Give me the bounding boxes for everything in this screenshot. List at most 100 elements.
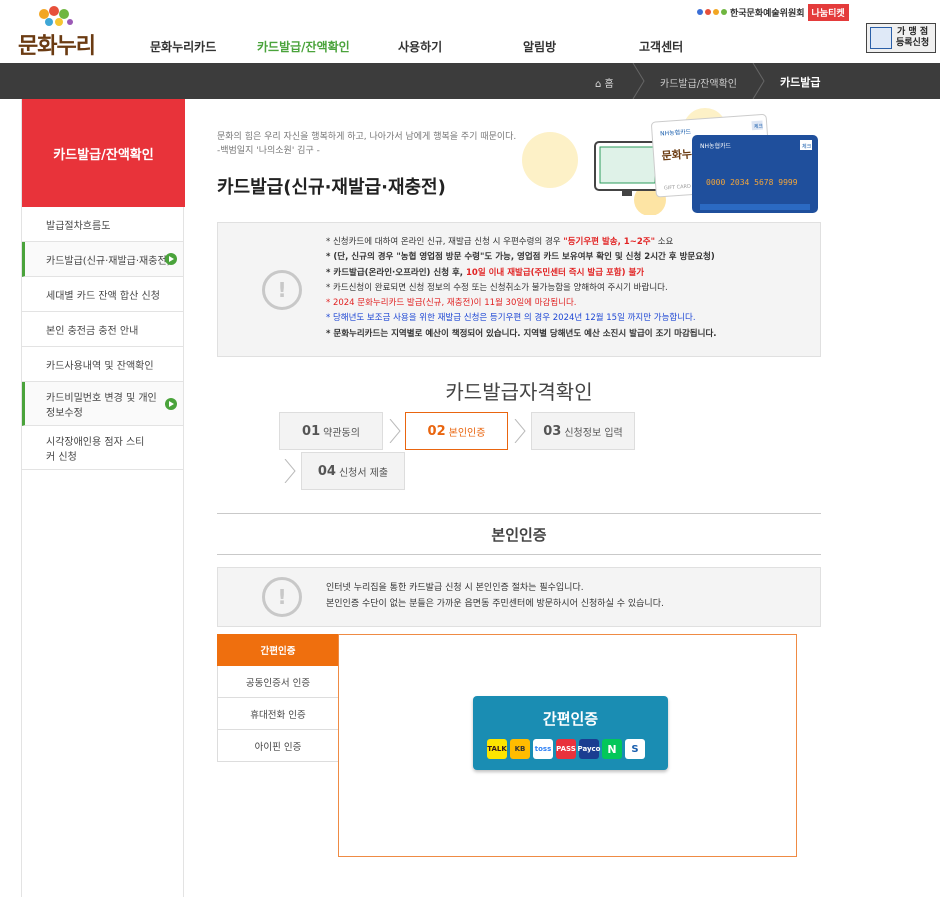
- breadcrumb-level1[interactable]: 카드발급/잔액확인: [660, 75, 737, 90]
- notice-item: * 당해년도 보조금 사용을 위한 재발급 신청은 등기우편 의 경우 2024…: [326, 313, 696, 324]
- divider: [217, 513, 821, 514]
- sidebar-item-self-charge[interactable]: 본인 충전금 충전 안내: [22, 312, 183, 347]
- breadcrumb-home[interactable]: ⌂ 홈: [595, 75, 614, 90]
- sidebar-item-label: 본인 충전금 충전 안내: [46, 325, 139, 337]
- sidebar-item-usage-history[interactable]: 카드사용내역 및 잔액확인: [22, 347, 183, 382]
- step-01-terms: 01 약관동의: [279, 412, 383, 450]
- tab-simple-auth[interactable]: 간편인증: [217, 634, 339, 666]
- step-label: 신청정보 입력: [564, 427, 623, 439]
- step-02-identity: 02 본인인증: [405, 412, 508, 450]
- alert-icon: !: [262, 270, 302, 310]
- auth-info-line1: 인터넷 누리집을 통한 카드발급 신청 시 본인인증 절차는 필수입니다.: [326, 583, 584, 593]
- arts-council-logo-icon: [697, 9, 727, 15]
- sidebar-title-text: 카드발급/잔액확인: [53, 147, 154, 163]
- top-header: 문화누리 문화누리카드 카드발급/잔액확인 사용하기 알림방 고객센터 한국문화…: [0, 0, 940, 63]
- sidebar-item-label: 시각장애인용 점자 스티커 신청: [46, 436, 145, 463]
- payco-icon: Payco: [578, 739, 601, 759]
- auth-method-tabs: 간편인증 공동인증서 인증 휴대전화 인증 아이핀 인증: [217, 634, 339, 762]
- sidebar-menu: 발급절차흐름도 카드발급(신규·재발급·재충전) 세대별 카드 잔액 합산 신청…: [22, 207, 183, 470]
- nav-card-issue[interactable]: 카드발급/잔액확인: [257, 38, 350, 55]
- step-num: 03: [543, 423, 562, 439]
- store-register-button[interactable]: 가 맹 점 등록신청: [866, 23, 936, 53]
- tab-phone-auth[interactable]: 휴대전화 인증: [217, 698, 339, 730]
- nav-notice-room[interactable]: 알림방: [523, 38, 556, 55]
- alert-icon: !: [262, 577, 302, 617]
- sidebar-item-password-change[interactable]: 카드비밀번호 변경 및 개인 정보수정: [22, 382, 183, 426]
- toss-icon: toss: [533, 739, 553, 759]
- breadcrumb-current: 카드발급: [780, 76, 821, 89]
- sidebar: 카드발급/잔액확인 발급절차흐름도 카드발급(신규·재발급·재충전) 세대별 카…: [21, 99, 185, 897]
- quote-line2: -백범일지 '나의소원' 김구 -: [217, 146, 320, 156]
- hero-card-badge-back: 체크: [754, 122, 764, 130]
- page-title: 카드발급(신규·재발급·재충전): [217, 177, 446, 198]
- naver-icon: N: [602, 739, 622, 759]
- notice-box: ! * 신청카드에 대하여 온라인 신규, 재발급 신청 시 우편수령의 경우 …: [217, 222, 821, 357]
- step-label: 신청서 제출: [338, 467, 389, 479]
- hero-card-number: 0000 2034 5678 9999: [706, 178, 798, 187]
- step-label: 약관동의: [323, 427, 360, 439]
- simple-auth-button[interactable]: 간편인증 TALK KB toss PASS Payco N S: [473, 696, 668, 770]
- chevron-right-icon: [284, 459, 296, 483]
- sidebar-item-issue-flow[interactable]: 발급절차흐름도: [22, 207, 183, 242]
- notice-item: * 문화누리카드는 지역별로 예산이 책정되어 있습니다. 지역별 당해년도 예…: [326, 328, 717, 339]
- arrow-circle-icon: [165, 253, 177, 265]
- quote-line1: 문화의 힘은 우리 자신을 행복하게 하고, 나아가서 남에게 행복을 주기 때…: [217, 132, 517, 142]
- tab-ipin-auth[interactable]: 아이핀 인증: [217, 730, 339, 762]
- auth-section-title: 본인인증: [491, 526, 547, 544]
- sidebar-item-label: 세대별 카드 잔액 합산 신청: [46, 290, 160, 302]
- nav-usage[interactable]: 사용하기: [398, 38, 442, 55]
- auth-panel: 간편인증 TALK KB toss PASS Payco N S: [338, 634, 797, 857]
- chevron-right-icon: [514, 419, 526, 443]
- tab-certificate-auth[interactable]: 공동인증서 인증: [217, 666, 339, 698]
- nanum-ticket-badge[interactable]: 나눔티켓: [807, 3, 849, 21]
- breadcrumb-home-label: 홈: [604, 79, 614, 90]
- step-num: 01: [302, 423, 321, 439]
- sidebar-item-label: 카드사용내역 및 잔액확인: [46, 360, 154, 372]
- step-04-submit: 04 신청서 제출: [301, 452, 405, 490]
- notice-item: * (단, 신규의 경우 "농협 영업점 방문 수령"도 가능, 영업점 카드 …: [326, 252, 715, 263]
- sidebar-item-household-balance[interactable]: 세대별 카드 잔액 합산 신청: [22, 277, 183, 312]
- hero-card-badge: 체크: [802, 143, 812, 150]
- kb-icon: KB: [510, 739, 530, 759]
- notice-item: * 카드신청이 완료되면 신청 정보의 수정 또는 신청취소가 불가능함을 양해…: [326, 282, 668, 293]
- auth-info-box: ! 인터넷 누리집을 통한 카드발급 신청 시 본인인증 절차는 필수입니다. …: [217, 567, 821, 627]
- step-label: 본인인증: [448, 427, 486, 439]
- auth-provider-icons: TALK KB toss PASS Payco N S: [487, 739, 645, 759]
- chevron-right-icon: [632, 63, 645, 99]
- document-pen-icon: [870, 27, 892, 49]
- notice-item: * 카드발급(온라인·오프라인) 신청 후, 10일 이내 재발급(주민센터 즉…: [326, 267, 645, 278]
- simple-auth-label: 간편인증: [542, 710, 599, 728]
- pass-icon: PASS: [556, 739, 576, 759]
- chevron-right-icon: [752, 63, 765, 99]
- store-btn-line1: 가 맹 점: [897, 27, 929, 37]
- nh-card-label: NH농협카드: [700, 142, 732, 150]
- step-num: 04: [317, 463, 336, 479]
- arts-council-link[interactable]: 한국문화예술위원회 나눔티켓: [697, 3, 849, 21]
- notice-list: * 신청카드에 대하여 온라인 신규, 재발급 신청 시 우편수령의 경우 "등…: [326, 235, 717, 342]
- samsung-pass-icon: S: [625, 739, 645, 759]
- step-num: 02: [427, 423, 446, 439]
- auth-info-line2: 본인인증 수단이 없는 분들은 가까운 읍면동 주민센터에 방문하시어 신청하실…: [326, 599, 664, 609]
- kakao-icon: TALK: [487, 739, 507, 759]
- sidebar-item-label: 발급절차흐름도: [46, 220, 111, 232]
- nav-customer-center[interactable]: 고객센터: [639, 38, 683, 55]
- store-btn-line2: 등록신청: [896, 38, 930, 48]
- notice-item: * 2024 문화누리카드 발급(신규, 재충전)이 11월 30일에 마감됩니…: [326, 298, 577, 309]
- nav-munhwa-nuri-card[interactable]: 문화누리카드: [150, 38, 216, 55]
- card-illustration: NH농협카드 문화누리 GIFT CARD 체크 NH농협카드 체크 0000 …: [522, 108, 818, 215]
- sidebar-item-card-issue[interactable]: 카드발급(신규·재발급·재충전): [22, 242, 183, 277]
- sidebar-item-label: 카드발급(신규·재발급·재충전): [46, 255, 171, 267]
- quote: 문화의 힘은 우리 자신을 행복하게 하고, 나아가서 남에게 행복을 주기 때…: [217, 130, 516, 158]
- sidebar-item-braille-sticker[interactable]: 시각장애인용 점자 스티커 신청: [22, 426, 183, 470]
- arrow-circle-icon: [165, 397, 177, 410]
- auth-info-text: 인터넷 누리집을 통한 카드발급 신청 시 본인인증 절차는 필수입니다. 본인…: [326, 580, 664, 612]
- step-03-info: 03 신청정보 입력: [531, 412, 635, 450]
- notice-item: * 신청카드에 대하여 온라인 신규, 재발급 신청 시 우편수령의 경우 "등…: [326, 237, 674, 247]
- breadcrumb: ⌂ 홈 카드발급/잔액확인 카드발급: [0, 63, 940, 99]
- sidebar-title: 카드발급/잔액확인: [22, 99, 185, 207]
- arts-council-text: 한국문화예술위원회: [730, 8, 805, 19]
- logo-text[interactable]: 문화누리: [18, 28, 96, 60]
- sidebar-item-label: 카드비밀번호 변경 및 개인 정보수정: [46, 392, 157, 419]
- qualify-title: 카드발급자격확인: [445, 380, 593, 404]
- divider: [217, 554, 821, 555]
